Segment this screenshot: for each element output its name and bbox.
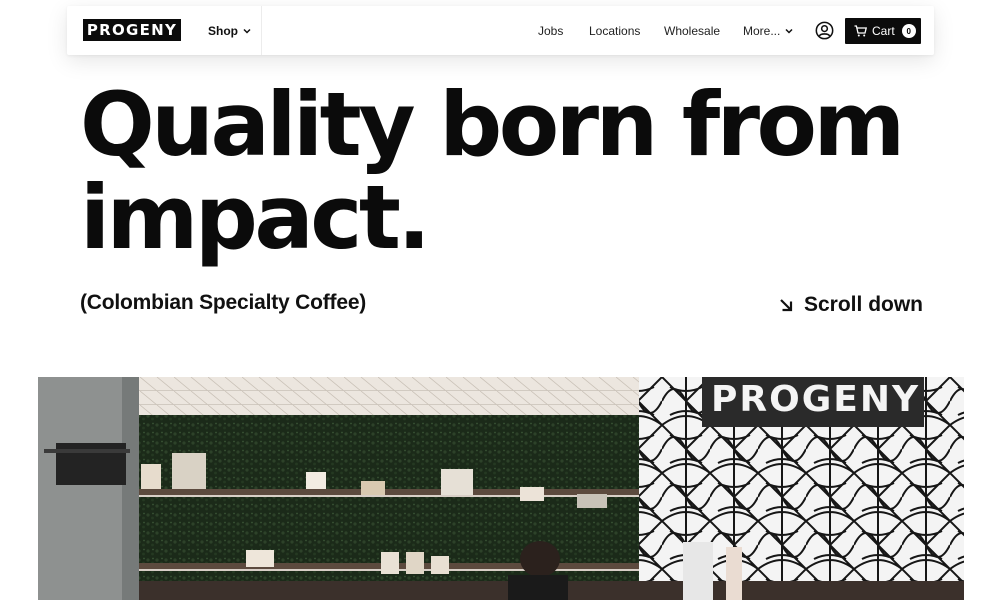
cafe-photo: PROGENY [38, 377, 964, 600]
logo[interactable]: PROGENY [83, 19, 181, 41]
headline-line-1: Quality born from [80, 73, 905, 176]
nav-more-dropdown[interactable]: More... [743, 6, 794, 55]
scroll-down-label: Scroll down [804, 293, 924, 316]
wall-sign-text: PROGENY [711, 379, 920, 420]
more-label: More... [743, 23, 781, 38]
cart-button[interactable]: Cart 0 [845, 18, 921, 44]
site-header: PROGENY Shop Jobs Locations Wholesale Mo… [67, 6, 934, 55]
cart-count-badge: 0 [901, 24, 916, 38]
nav-link-wholesale[interactable]: Wholesale [664, 6, 720, 55]
shop-menu-button[interactable]: Shop [208, 6, 262, 55]
cafe-interior-illustration: PROGENY [38, 377, 964, 600]
hero-subtitle: (Colombian Specialty Coffee) [80, 291, 367, 314]
scroll-down-link[interactable]: Scroll down [778, 291, 923, 319]
hero-headline: Quality born from impact. [80, 78, 940, 264]
headline-line-2: impact. [80, 166, 431, 269]
chevron-down-icon [785, 28, 793, 34]
nav-link-locations[interactable]: Locations [589, 6, 640, 55]
arrow-down-right-icon [780, 299, 793, 312]
nav-link-jobs[interactable]: Jobs [538, 6, 563, 55]
cart-icon [854, 25, 867, 37]
cart-label: Cart [872, 24, 895, 38]
shop-label: Shop [208, 23, 238, 38]
chevron-down-icon [243, 28, 251, 34]
account-icon[interactable] [815, 21, 834, 40]
